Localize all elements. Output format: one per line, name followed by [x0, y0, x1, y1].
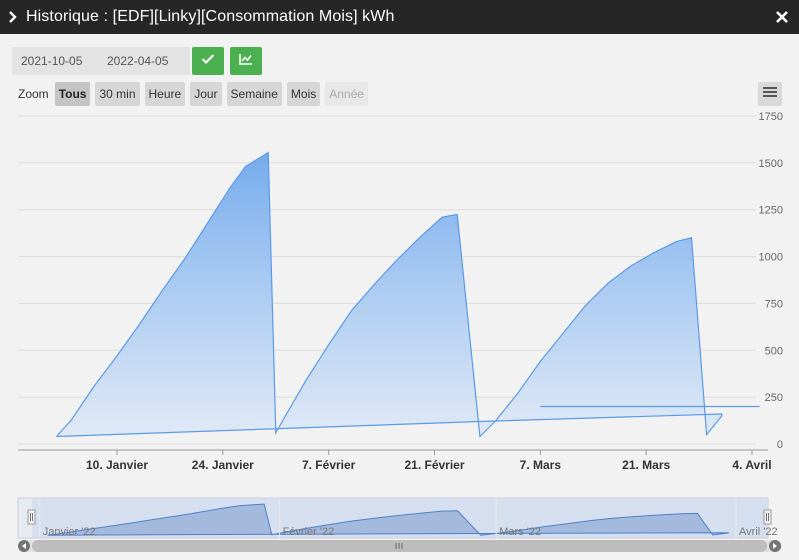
y-tick-label: 1250 [759, 205, 783, 217]
window-titlebar: Historique : [EDF][Linky][Consommation M… [0, 0, 799, 34]
x-tick-label: 21. Février [404, 458, 464, 472]
navigator-tick-label: Avril '22 [739, 526, 778, 538]
x-tick-label: 24. Janvier [192, 458, 254, 472]
navigator-tick-label: Mars '22 [499, 526, 541, 538]
y-tick-label: 500 [765, 345, 783, 357]
navigator-handle-left[interactable] [27, 509, 36, 525]
navigator-handle-right[interactable] [763, 509, 772, 525]
chevron-right-icon [0, 0, 26, 34]
window-title: Historique : [EDF][Linky][Consommation M… [26, 8, 395, 25]
y-tick-label: 1500 [759, 158, 783, 170]
x-tick-label: 10. Janvier [86, 458, 148, 472]
navigator-tick-label: Janvier '22 [43, 526, 96, 538]
x-tick-label: 7. Mars [520, 458, 562, 472]
scroll-left-button[interactable] [18, 540, 30, 552]
navigator-scrollbar[interactable] [18, 540, 782, 552]
y-tick-label: 750 [765, 298, 783, 310]
navigator[interactable]: Janvier '22 Février '22 Mars '22 Avril '22 [17, 497, 778, 539]
close-icon[interactable] [773, 8, 791, 26]
x-tick-label: 7. Février [302, 458, 356, 472]
y-tick-label: 1000 [759, 252, 783, 264]
consumption-chart: 0 250 500 750 1000 1250 1500 1750 10. Janvier 24… [17, 111, 783, 552]
y-tick-label: 250 [765, 392, 783, 404]
y-tick-label: 1750 [759, 111, 783, 123]
navigator-tick-label: Février '22 [283, 526, 335, 538]
x-tick-label: 4. Avril [732, 458, 771, 472]
x-tick-label: 21. Mars [622, 458, 670, 472]
y-tick-label: 0 [777, 439, 783, 451]
scroll-right-button[interactable] [769, 540, 781, 552]
